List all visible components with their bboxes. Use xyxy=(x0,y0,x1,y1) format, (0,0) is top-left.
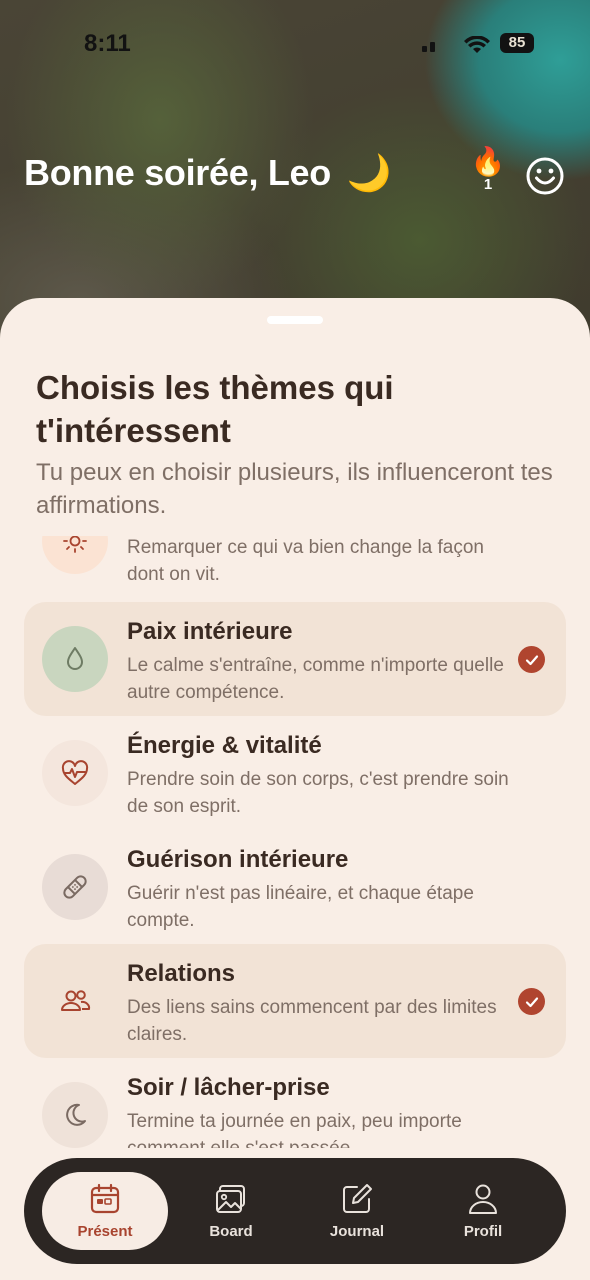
wifi-icon xyxy=(464,36,490,53)
theme-item-gratitude[interactable]: Remarquer ce qui va bien change la façon… xyxy=(24,536,566,598)
tab-label: Profil xyxy=(463,1223,503,1240)
theme-icon-circle xyxy=(42,854,108,920)
moon-emoji-icon: 🌙 xyxy=(346,152,392,193)
theme-description: Le calme s'entraîne, comme n'importe que… xyxy=(127,655,504,703)
tab-profil[interactable]: Profil xyxy=(420,1172,546,1250)
bandage-icon xyxy=(63,875,87,899)
theme-description: Des liens sains commencent par des limit… xyxy=(127,997,497,1045)
sheet-subtitle: Tu peux en choisir plusieurs, ils influe… xyxy=(36,459,553,519)
people-icon xyxy=(61,990,91,1011)
theme-icon-circle xyxy=(42,1082,108,1148)
theme-icon-circle xyxy=(42,626,108,692)
sheet-drag-handle[interactable] xyxy=(267,316,323,324)
moon-icon xyxy=(66,1103,86,1126)
theme-description: Prendre soin de son corps, c'est prendre… xyxy=(127,769,509,817)
user-icon xyxy=(469,1184,497,1214)
calendar-icon xyxy=(90,1183,120,1214)
sun-icon xyxy=(63,536,87,553)
greeting-title: Bonne soirée, Leo 🌙 xyxy=(24,152,392,194)
drop-icon xyxy=(67,647,83,670)
theme-name: Guérison intérieure xyxy=(127,846,349,873)
tab-journal[interactable]: Journal xyxy=(294,1172,420,1250)
signal-icon xyxy=(422,38,440,52)
theme-sheet: Choisis les thèmes qui t'intéressent Tu … xyxy=(0,298,590,1280)
checkmark-icon xyxy=(518,988,545,1015)
theme-item-paix-interieure[interactable]: Paix intérieure Le calme s'entraîne, com… xyxy=(24,602,566,716)
tab-present[interactable]: Présent xyxy=(42,1172,168,1250)
theme-item-guerison-interieure[interactable]: Guérison intérieure Guérir n'est pas lin… xyxy=(24,830,566,944)
tab-label: Journal xyxy=(329,1223,385,1240)
tab-bar: Présent Board Journal Profil xyxy=(24,1158,566,1264)
theme-icon-circle xyxy=(42,968,108,1034)
streak-count: 1 xyxy=(483,176,493,193)
theme-description: Termine ta journée en paix, peu importe … xyxy=(127,1111,462,1148)
theme-name: Soir / lâcher-prise xyxy=(127,1074,330,1101)
theme-icon-circle xyxy=(42,536,108,574)
flame-icon: 🔥 xyxy=(470,146,506,177)
streak-indicator[interactable]: 🔥 1 xyxy=(470,146,506,193)
status-bar: 8:11 85 xyxy=(0,28,590,62)
edit-icon xyxy=(343,1184,372,1213)
theme-description: Remarquer ce qui va bien change la façon… xyxy=(127,537,485,585)
heartbeat-icon xyxy=(61,760,89,785)
theme-item-energie-vitalite[interactable]: Énergie & vitalité Prendre soin de son c… xyxy=(24,716,566,830)
tab-label: Présent xyxy=(77,1223,133,1240)
sheet-title: Choisis les thèmes qui t'intéressent xyxy=(36,369,394,449)
tab-board[interactable]: Board xyxy=(168,1172,294,1250)
theme-name: Relations xyxy=(127,960,236,987)
theme-item-soir-lacher-prise[interactable]: Soir / lâcher-prise Termine ta journée e… xyxy=(24,1058,566,1148)
theme-description: Guérir n'est pas linéaire, et chaque éta… xyxy=(127,883,474,931)
theme-name: Paix intérieure xyxy=(127,618,293,645)
theme-list[interactable]: Remarquer ce qui va bien change la façon… xyxy=(0,536,590,1148)
tab-label: Board xyxy=(209,1223,253,1240)
theme-item-relations[interactable]: Relations Des liens sains commencent par… xyxy=(24,944,566,1058)
theme-icon-circle xyxy=(42,740,108,806)
checkmark-icon xyxy=(518,646,545,673)
theme-name: Énergie & vitalité xyxy=(127,732,322,759)
image-icon xyxy=(216,1185,245,1213)
status-time: 8:11 xyxy=(84,30,131,57)
greeting-text: Bonne soirée, Leo xyxy=(24,152,331,193)
battery-indicator: 85 xyxy=(500,33,534,53)
smiley-face-icon[interactable] xyxy=(525,156,565,196)
